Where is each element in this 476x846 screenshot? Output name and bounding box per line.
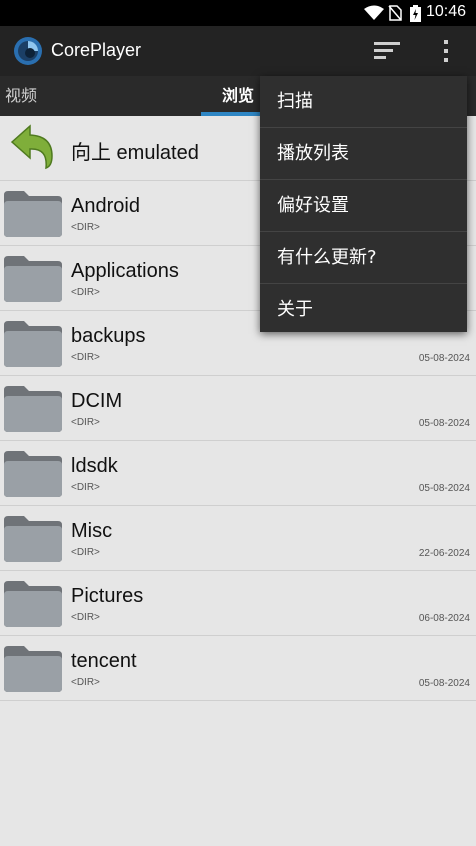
item-name: backups <box>71 325 146 347</box>
list-item[interactable]: Misc <DIR> 22-06-2024 <box>0 506 476 571</box>
item-date: 22-06-2024 <box>418 548 470 559</box>
folder-icon <box>4 191 62 237</box>
item-type: <DIR> <box>71 677 100 688</box>
list-item[interactable]: tencent <DIR> 05-08-2024 <box>0 636 476 701</box>
item-date: 05-08-2024 <box>418 353 470 364</box>
item-name: DCIM <box>71 390 123 412</box>
item-name: Android <box>71 195 140 217</box>
item-name: tencent <box>71 650 137 672</box>
item-name: Applications <box>71 260 179 282</box>
folder-icon <box>4 386 62 432</box>
overflow-menu: 扫描 播放列表 偏好设置 有什么更新? 关于 <box>260 76 467 332</box>
list-item[interactable]: ldsdk <DIR> 05-08-2024 <box>0 441 476 506</box>
list-item[interactable]: Pictures <DIR> 06-08-2024 <box>0 571 476 636</box>
back-arrow-icon <box>10 124 53 170</box>
item-date: 05-08-2024 <box>418 418 470 429</box>
item-type: <DIR> <box>71 417 100 428</box>
menu-item-playlist[interactable]: 播放列表 <box>260 128 467 180</box>
overflow-menu-icon[interactable] <box>440 38 452 64</box>
folder-icon <box>4 646 62 692</box>
item-type: <DIR> <box>71 482 100 493</box>
up-directory-label: 向上 emulated <box>71 142 199 164</box>
battery-charging-icon <box>410 5 421 22</box>
folder-icon <box>4 321 62 367</box>
folder-icon <box>4 451 62 497</box>
item-type: <DIR> <box>71 612 100 623</box>
item-date: 05-08-2024 <box>418 678 470 689</box>
item-date: 06-08-2024 <box>418 613 470 624</box>
item-type: <DIR> <box>71 547 100 558</box>
tab-browse[interactable]: 浏览 <box>222 76 254 116</box>
menu-item-about[interactable]: 关于 <box>260 284 467 335</box>
item-name: Pictures <box>71 585 144 607</box>
status-bar: 10:46 <box>0 0 476 26</box>
menu-item-preferences[interactable]: 偏好设置 <box>260 180 467 232</box>
action-bar: CorePlayer <box>0 26 476 76</box>
app-title: CorePlayer <box>51 40 142 60</box>
sort-icon[interactable] <box>372 40 402 62</box>
item-type: <DIR> <box>71 352 100 363</box>
menu-item-whats-new[interactable]: 有什么更新? <box>260 232 467 284</box>
item-type: <DIR> <box>71 222 100 233</box>
folder-icon <box>4 256 62 302</box>
folder-icon <box>4 516 62 562</box>
item-type: <DIR> <box>71 287 100 298</box>
wifi-icon <box>364 5 384 20</box>
no-sim-icon <box>388 5 402 21</box>
list-item[interactable]: DCIM <DIR> 05-08-2024 <box>0 376 476 441</box>
coreplayer-logo-icon <box>14 37 42 65</box>
item-name: Misc <box>71 520 113 542</box>
menu-item-scan[interactable]: 扫描 <box>260 76 467 128</box>
item-date: 05-08-2024 <box>418 483 470 494</box>
clock: 10:46 <box>425 3 466 20</box>
item-name: ldsdk <box>71 455 118 477</box>
tab-video[interactable]: 视频 <box>5 76 37 116</box>
folder-icon <box>4 581 62 627</box>
